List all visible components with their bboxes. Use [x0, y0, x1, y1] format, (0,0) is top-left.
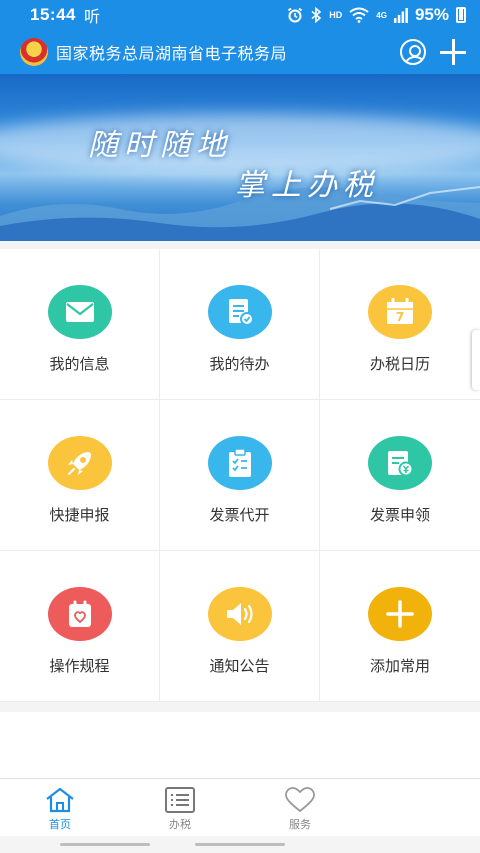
invoice-icon — [368, 436, 432, 490]
signal-label: 4G — [376, 10, 387, 20]
grid-item-label: 快捷申报 — [49, 507, 110, 524]
app-bar: 国家税务总局湖南省电子税务局 — [0, 30, 480, 74]
add-icon — [368, 587, 432, 641]
battery-icon — [456, 7, 466, 23]
plus-icon[interactable] — [440, 39, 466, 65]
tab-label: 办税 — [169, 819, 191, 831]
speaker-icon — [207, 587, 272, 641]
tab-service[interactable]: 服务 — [240, 779, 360, 836]
grid-item-invoice-apply[interactable]: 发票申领 — [320, 400, 480, 551]
tab-label: 首页 — [49, 819, 71, 831]
tab-bar-spacer — [360, 779, 480, 836]
grid-item-my-todo[interactable]: 我的待办 — [160, 249, 320, 400]
status-extra-text: 听 — [83, 9, 100, 26]
tab-label: 服务 — [289, 819, 311, 831]
mail-icon — [47, 285, 112, 339]
grid-item-label: 发票申领 — [369, 507, 430, 524]
tab-home[interactable]: 首页 — [0, 779, 120, 836]
status-time: 15:44 — [30, 5, 76, 24]
app-actions — [400, 39, 466, 65]
todo-icon — [207, 285, 272, 339]
grid-item-notice[interactable]: 通知公告 — [160, 551, 320, 702]
grid-item-label: 我的信息 — [49, 356, 110, 373]
hd-label: HD — [329, 10, 343, 20]
edge-panel-handle[interactable] — [472, 330, 480, 390]
grid-item-label: 办税日历 — [369, 356, 430, 373]
grid-item-invoice-issue[interactable]: 发票代开 — [160, 400, 320, 551]
grid-item-label: 发票代开 — [209, 507, 270, 524]
rocket-icon — [47, 436, 112, 490]
bottom-tab-bar: 首页 办税 服务 — [0, 778, 480, 836]
grid-item-tax-calendar[interactable]: 7 办税日历 — [320, 249, 480, 400]
grid-item-quick-declare[interactable]: 快捷申报 — [0, 400, 160, 551]
alarm-icon — [288, 7, 303, 23]
wifi-icon — [349, 7, 369, 23]
user-icon[interactable] — [400, 39, 426, 65]
system-nav-bar — [0, 836, 480, 853]
grid-item-label: 我的待办 — [209, 356, 270, 373]
grid-item-label: 通知公告 — [209, 658, 270, 675]
heart-icon — [285, 787, 315, 813]
emblem-icon — [20, 38, 48, 66]
app-title: 国家税务总局湖南省电子税务局 — [56, 46, 288, 63]
battery-percent: 95% — [414, 5, 449, 24]
clipboard-icon — [207, 436, 272, 490]
content-blank-area — [0, 712, 480, 778]
nav-gesture-pill[interactable] — [60, 843, 150, 846]
grid-item-label: 操作规程 — [49, 658, 110, 675]
list-icon — [165, 787, 195, 813]
calendar-icon: 7 — [368, 285, 432, 339]
status-right-group: HD 4G 95% — [287, 5, 466, 25]
guide-icon — [47, 587, 112, 641]
grid-item-operation-guide[interactable]: 操作规程 — [0, 551, 160, 702]
banner-slogan-1: 随时随地 — [88, 128, 232, 163]
banner-slogan-2: 掌上办税 — [235, 168, 379, 203]
nav-gesture-pill[interactable] — [195, 843, 285, 846]
status-bar: 15:44 听 HD 4G 95% — [0, 0, 480, 30]
grid-item-label: 添加常用 — [369, 658, 430, 675]
calendar-icon-number: 7 — [396, 310, 404, 324]
banner[interactable]: 随时随地 掌上办税 — [0, 74, 480, 241]
function-grid: 我的信息 我的待办 7 办税日历 快捷申报 发票代开 发票申领 操作规程 通知公… — [0, 249, 480, 702]
bluetooth-icon — [311, 7, 322, 23]
grid-item-add-common[interactable]: 添加常用 — [320, 551, 480, 702]
grid-item-my-info[interactable]: 我的信息 — [0, 249, 160, 400]
signal-icon — [393, 8, 408, 23]
home-icon — [46, 787, 74, 813]
tab-tax[interactable]: 办税 — [120, 779, 240, 836]
